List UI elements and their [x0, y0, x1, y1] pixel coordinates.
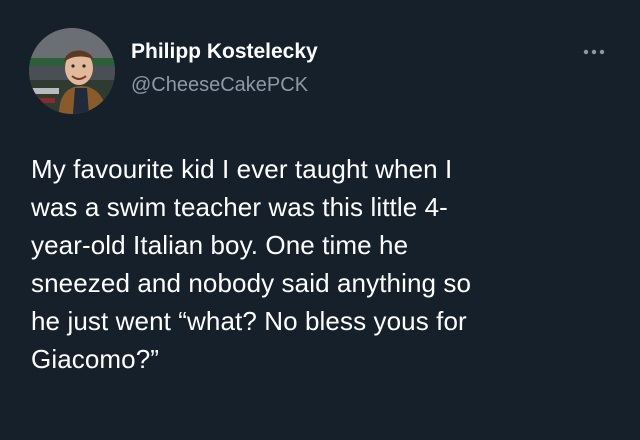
- tweet-text-line: was a swim teacher was this little 4-: [31, 192, 448, 222]
- tweet-text: My favourite kid I ever taught when I wa…: [31, 150, 621, 378]
- avatar-photo: [29, 28, 115, 114]
- tweet-card: Philipp Kostelecky @CheeseCakePCK My fav…: [0, 0, 640, 440]
- tweet-text-line: sneezed and nobody said anything so: [31, 268, 472, 298]
- tweet-text-line: My favourite kid I ever taught when I: [31, 154, 453, 184]
- tweet-text-line: he just went “what? No bless yous for: [31, 306, 467, 336]
- avatar[interactable]: [29, 28, 115, 114]
- tweet-text-line: Giacomo?”: [31, 344, 160, 374]
- more-options-icon[interactable]: [582, 44, 606, 55]
- author-name[interactable]: Philipp Kostelecky: [131, 39, 318, 65]
- author-handle[interactable]: @CheeseCakePCK: [131, 73, 308, 97]
- tweet-text-line: year-old Italian boy. One time he: [31, 230, 409, 260]
